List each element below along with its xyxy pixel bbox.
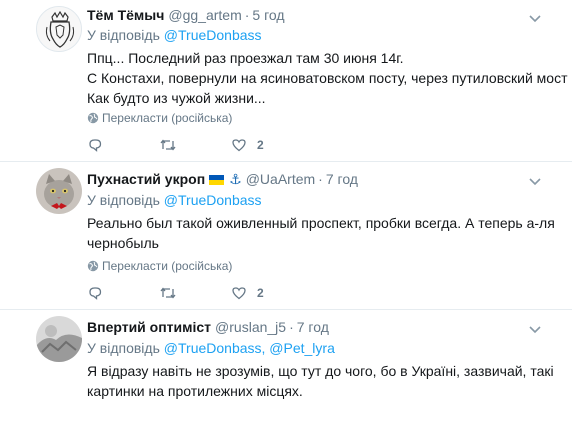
reply-icon	[89, 139, 102, 152]
avatar[interactable]	[36, 6, 82, 52]
separator-dot: ·	[318, 171, 323, 187]
like-button[interactable]: 2	[231, 135, 264, 155]
author-handle[interactable]: @ruslan_j5	[215, 319, 286, 335]
reply-button[interactable]	[87, 135, 103, 155]
reply-context: У відповідь @TrueDonbass, @Pet_lyra	[87, 340, 335, 356]
photo-avatar-image	[36, 316, 82, 362]
tweet[interactable]: Пухнастий укроп ⚓ @UaArtem · 7 год У відпові…	[0, 163, 572, 310]
reply-to-link[interactable]: @TrueDonbass	[164, 27, 262, 43]
translate-label[interactable]: Перекласти (російська)	[102, 259, 232, 273]
retweet-button[interactable]	[159, 283, 177, 303]
tweet-time[interactable]: 7 год	[297, 319, 329, 335]
reply-prefix: У відповідь	[87, 340, 160, 356]
author-name[interactable]: Впертий оптиміст	[87, 319, 211, 335]
tweet-text: Реально был такой оживленный проспект, п…	[87, 213, 555, 253]
translate-link[interactable]: Перекласти (російська)	[87, 111, 232, 125]
chevron-down-icon[interactable]	[528, 12, 542, 26]
retweet-button[interactable]	[159, 135, 177, 155]
reply-prefix: У відповідь	[87, 192, 160, 208]
separator-dot: ·	[244, 7, 250, 23]
reply-context: У відповідь @TrueDonbass	[87, 192, 262, 208]
coat-of-arms-avatar-image	[37, 7, 81, 51]
tweet-header: Впертий оптиміст @ruslan_j5 · 7 год	[87, 319, 329, 335]
tweet-text-line: Я відразу навіть не зрозумів, що тут до …	[87, 363, 554, 379]
tweet-text-line: картинки на протилежних місцях.	[87, 383, 303, 399]
translate-link[interactable]: Перекласти (російська)	[87, 259, 232, 273]
tweet-time[interactable]: 7 год	[326, 171, 358, 187]
reply-to-link[interactable]: @TrueDonbass	[164, 192, 262, 208]
tweet-text-line: Как будто из чужой жизни...	[87, 90, 266, 106]
tweet-time[interactable]: 5 год	[252, 7, 284, 23]
ukraine-flag-icon	[209, 175, 225, 185]
reply-to-link[interactable]: @TrueDonbass,	[164, 340, 266, 356]
translate-label[interactable]: Перекласти (російська)	[102, 111, 232, 125]
globe-icon	[87, 112, 99, 124]
like-count: 2	[257, 286, 264, 300]
reply-prefix: У відповідь	[87, 27, 160, 43]
retweet-icon	[160, 139, 176, 151]
avatar[interactable]	[36, 168, 82, 214]
tweet-text-line: Реально был такой оживленный проспект, п…	[87, 215, 555, 231]
retweet-icon	[160, 287, 176, 299]
tweet-text: Ппц... Последний раз проезжал там 30 июн…	[87, 48, 572, 108]
tweet-text-line: чернобыль	[87, 235, 159, 251]
chevron-down-icon[interactable]	[528, 175, 542, 189]
tweet-text: Я відразу навіть не зрозумів, що тут до …	[87, 361, 554, 401]
reply-to-link-2[interactable]: @Pet_lyra	[269, 340, 335, 356]
author-handle[interactable]: @UaArtem	[246, 171, 315, 187]
cat-avatar-image	[36, 168, 82, 214]
tweet[interactable]: Впертий оптиміст @ruslan_j5 · 7 год У відпо…	[0, 311, 572, 430]
like-count: 2	[257, 138, 264, 152]
heart-icon	[232, 139, 246, 152]
tweet-header: Тём Тёмыч @gg_artem · 5 год	[87, 7, 285, 23]
author-name[interactable]: Тём Тёмыч	[87, 7, 164, 23]
author-handle[interactable]: @gg_artem	[168, 7, 241, 23]
tweet[interactable]: Тём Тёмыч @gg_artem · 5 год У відповідь @Tr…	[0, 0, 572, 162]
chevron-down-icon[interactable]	[528, 323, 542, 337]
separator-dot: ·	[289, 319, 294, 335]
like-button[interactable]: 2	[231, 283, 264, 303]
reply-icon	[89, 287, 102, 300]
anchor-icon: ⚓	[229, 171, 242, 187]
tweet-text-line: С Констахи, повернули на ясиноватовском …	[87, 70, 572, 86]
avatar[interactable]	[36, 316, 82, 362]
author-name[interactable]: Пухнастий укроп	[87, 171, 205, 187]
tweet-header: Пухнастий укроп ⚓ @UaArtem · 7 год	[87, 171, 358, 188]
reply-button[interactable]	[87, 283, 103, 303]
heart-icon	[232, 287, 246, 300]
reply-context: У відповідь @TrueDonbass	[87, 27, 262, 43]
globe-icon	[87, 260, 99, 272]
tweet-text-line: Ппц... Последний раз проезжал там 30 июн…	[87, 50, 404, 66]
